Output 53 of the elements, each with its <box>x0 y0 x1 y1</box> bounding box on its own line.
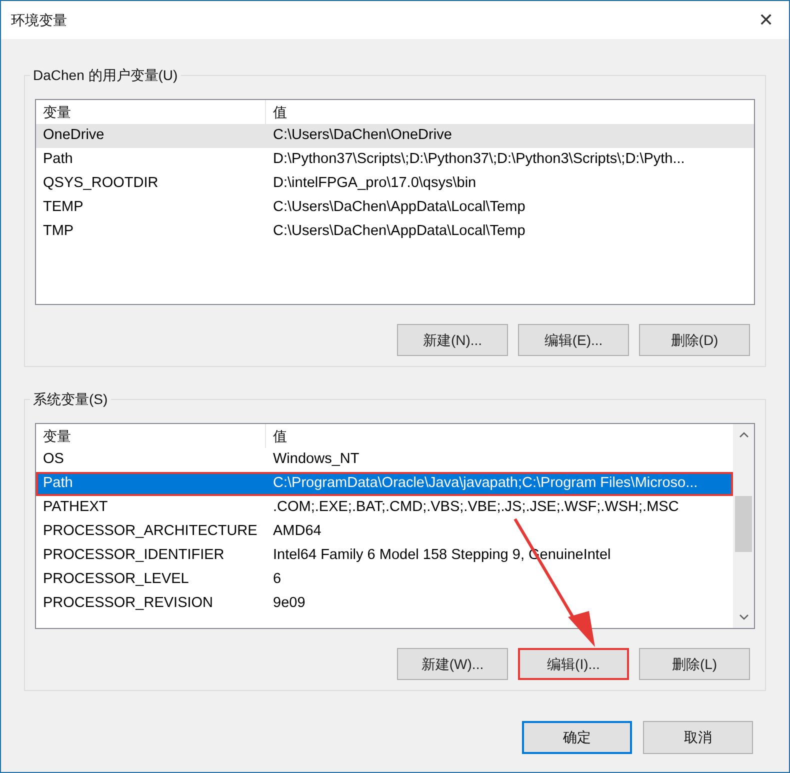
variable-row[interactable]: Path C:\ProgramData\Oracle\Java\javapath;C:\Program Files\Microso... <box>36 472 733 496</box>
variable-name: PROCESSOR_ARCHITECTURE <box>42 522 258 542</box>
variable-name: PROCESSOR_LEVEL <box>42 570 190 590</box>
variable-name: OS <box>42 450 65 470</box>
variable-row[interactable]: PROCESSOR_ARCHITECTURE AMD64 <box>36 520 733 544</box>
variable-row[interactable]: PROCESSOR_REVISION 9e09 <box>36 592 733 616</box>
variable-row[interactable]: PROCESSOR_LEVEL 6 <box>36 568 733 592</box>
scroll-thumb[interactable] <box>735 496 752 552</box>
cancel-button[interactable]: 取消 <box>643 721 753 754</box>
column-header[interactable]: 值 <box>266 424 287 448</box>
variable-row[interactable]: OS Windows_NT <box>36 448 733 472</box>
close-button[interactable]: ✕ <box>743 1 789 39</box>
variable-row[interactable]: Path D:\Python37\Scripts\;D:\Python37\;D:\Python3\Scripts\;D:\Pyth... <box>36 148 754 172</box>
window-title: 环境变量 <box>11 10 67 30</box>
group-label: 系统变量(S) <box>30 389 111 410</box>
variable-name: QSYS_ROOTDIR <box>42 174 160 194</box>
variable-value: D:\intelFPGA_pro\17.0\qsys\bin <box>272 174 476 194</box>
variable-name: Path <box>42 474 74 494</box>
column-header[interactable]: 值 <box>266 100 287 124</box>
variable-name: Path <box>42 150 74 170</box>
action-button[interactable]: 删除(D) <box>639 324 750 356</box>
action-button[interactable]: 删除(L) <box>639 648 750 680</box>
variable-row[interactable]: TEMP C:\Users\DaChen\AppData\Local\Temp <box>36 196 754 220</box>
scrollbar[interactable] <box>733 424 754 628</box>
variable-value: Windows_NT <box>272 450 360 470</box>
variable-name: PATHEXT <box>42 498 109 518</box>
variable-name: OneDrive <box>42 126 106 146</box>
variable-name: TMP <box>42 222 75 242</box>
scroll-down-icon[interactable] <box>738 614 748 620</box>
variable-value: C:\ProgramData\Oracle\Java\javapath;C:\Program Files\Microso... <box>272 474 698 494</box>
column-header[interactable]: 变量 <box>36 424 266 448</box>
variable-row[interactable]: QSYS_ROOTDIR D:\intelFPGA_pro\17.0\qsys\bin <box>36 172 754 196</box>
variable-value: 9e09 <box>272 594 306 614</box>
scroll-up-icon[interactable] <box>738 432 748 438</box>
variable-value: C:\Users\DaChen\AppData\Local\Temp <box>272 198 526 218</box>
variable-value: C:\Users\DaChen\AppData\Local\Temp <box>272 222 526 242</box>
variable-value: AMD64 <box>272 522 322 542</box>
action-button[interactable]: 新建(W)... <box>397 648 508 680</box>
group-label: DaChen 的用户变量(U) <box>30 65 181 86</box>
variable-name: PROCESSOR_REVISION <box>42 594 214 614</box>
variable-row[interactable]: OneDrive C:\Users\DaChen\OneDrive <box>36 124 754 148</box>
action-button[interactable]: 编辑(I)... <box>518 648 629 680</box>
variable-value: 6 <box>272 570 282 590</box>
action-button[interactable]: 新建(N)... <box>397 324 508 356</box>
variable-name: TEMP <box>42 198 84 218</box>
ok-button[interactable]: 确定 <box>522 721 632 754</box>
variable-value: .COM;.EXE;.BAT;.CMD;.VBS;.VBE;.JS;.JSE;.WSF;.WSH;.MSC <box>272 498 679 518</box>
variable-value: D:\Python37\Scripts\;D:\Python37\;D:\Python3\Scripts\;D:\Pyth... <box>272 150 685 170</box>
variable-name: PROCESSOR_IDENTIFIER <box>42 546 226 566</box>
variable-value: C:\Users\DaChen\OneDrive <box>272 126 452 146</box>
action-button[interactable]: 编辑(E)... <box>518 324 629 356</box>
variable-row[interactable]: PATHEXT .COM;.EXE;.BAT;.CMD;.VBS;.VBE;.JS;.JSE;.WSF;.WSH;.MSC <box>36 496 733 520</box>
variable-row[interactable]: TMP C:\Users\DaChen\AppData\Local\Temp <box>36 220 754 244</box>
